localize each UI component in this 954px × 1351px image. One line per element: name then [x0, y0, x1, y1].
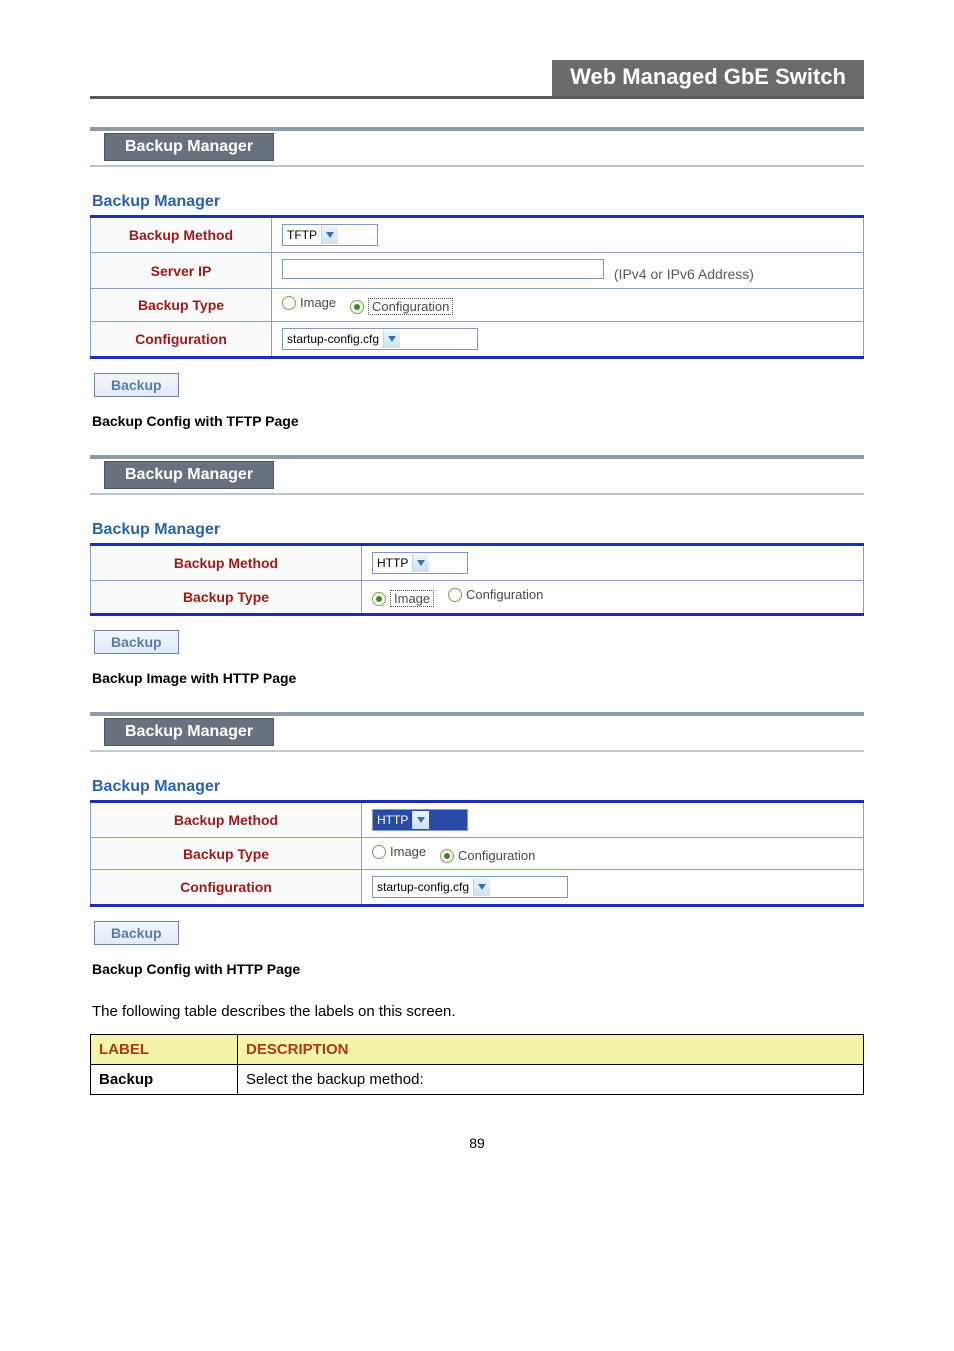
configuration-select[interactable]: startup-config.cfg [372, 876, 568, 898]
label-configuration: Configuration [91, 870, 362, 906]
label-backup-type: Backup Type [91, 289, 272, 322]
cell-backup-type: Image Configuration [272, 289, 864, 322]
caption-tftp: Backup Config with TFTP Page [92, 413, 864, 429]
backup-method-select[interactable]: HTTP [372, 809, 468, 831]
radio-image[interactable]: Image [282, 295, 336, 310]
configuration-select[interactable]: startup-config.cfg [282, 328, 478, 350]
radio-icon [350, 300, 364, 314]
radio-icon [372, 845, 386, 859]
section-subtitle: Backup Manager [92, 521, 864, 539]
radio-image[interactable]: Image [372, 844, 426, 859]
chevron-down-icon [412, 811, 429, 829]
widget-title-bar: Backup Manager [90, 127, 864, 167]
label-configuration: Configuration [91, 322, 272, 358]
chevron-down-icon [412, 554, 429, 572]
cell-backup-type: Image Configuration [362, 838, 864, 870]
cell-server-ip: (IPv4 or IPv6 Address) [272, 253, 864, 289]
doc-header: Web Managed GbE Switch [90, 60, 864, 99]
label-backup-type: Backup Type [91, 838, 362, 870]
backup-method-select[interactable]: HTTP [372, 552, 468, 574]
widget-title-bar: Backup Manager [90, 455, 864, 495]
tftp-form: Backup Method TFTP Server IP (IPv4 or IP… [90, 215, 864, 359]
chevron-down-icon [473, 878, 490, 896]
label-backup-method: Backup Method [91, 545, 362, 581]
cell-backup-method: HTTP [362, 545, 864, 581]
radio-icon [448, 588, 462, 602]
configuration-value: startup-config.cfg [287, 332, 379, 346]
desc-intro: The following table describes the labels… [92, 1003, 864, 1020]
radio-icon [440, 849, 454, 863]
section-subtitle: Backup Manager [92, 193, 864, 211]
widget-title-bar: Backup Manager [90, 712, 864, 752]
label-server-ip: Server IP [91, 253, 272, 289]
label-backup-method: Backup Method [91, 217, 272, 253]
backup-button[interactable]: Backup [94, 921, 179, 945]
cell-description: Select the backup method: [238, 1065, 864, 1095]
radio-config-label: Configuration [466, 587, 543, 602]
cell-configuration: startup-config.cfg [272, 322, 864, 358]
radio-configuration[interactable]: Configuration [448, 587, 543, 602]
section-subtitle: Backup Manager [92, 778, 864, 796]
cell-backup-type: Image Configuration [362, 581, 864, 615]
table-row: Backup Select the backup method: [91, 1065, 864, 1095]
configuration-value: startup-config.cfg [377, 880, 469, 894]
server-ip-note: (IPv4 or IPv6 Address) [614, 266, 754, 282]
widget-title: Backup Manager [104, 461, 274, 489]
description-table: LABEL DESCRIPTION Backup Select the back… [90, 1034, 864, 1095]
backup-method-value: TFTP [287, 228, 317, 242]
radio-configuration[interactable]: Configuration [350, 298, 453, 315]
label-backup-method: Backup Method [91, 802, 362, 838]
http-config-form: Backup Method HTTP Backup Type Image Con… [90, 800, 864, 907]
radio-icon [282, 296, 296, 310]
http-image-form: Backup Method HTTP Backup Type Image Con… [90, 543, 864, 616]
backup-button[interactable]: Backup [94, 630, 179, 654]
radio-image[interactable]: Image [372, 590, 434, 607]
backup-method-value: HTTP [377, 813, 408, 827]
page-number: 89 [90, 1135, 864, 1151]
radio-config-label: Configuration [458, 848, 535, 863]
th-description: DESCRIPTION [238, 1035, 864, 1065]
caption-http-config: Backup Config with HTTP Page [92, 961, 864, 977]
radio-image-label: Image [390, 590, 434, 607]
chevron-down-icon [321, 226, 338, 244]
widget-title: Backup Manager [104, 133, 274, 161]
radio-image-label: Image [300, 295, 336, 310]
radio-configuration[interactable]: Configuration [440, 848, 535, 863]
doc-header-text: Web Managed GbE Switch [552, 60, 864, 96]
backup-method-select[interactable]: TFTP [282, 224, 378, 246]
cell-label: Backup [91, 1065, 238, 1095]
th-label: LABEL [91, 1035, 238, 1065]
radio-icon [372, 592, 386, 606]
label-backup-type: Backup Type [91, 581, 362, 615]
widget-title: Backup Manager [104, 718, 274, 746]
backup-button[interactable]: Backup [94, 373, 179, 397]
caption-http-image: Backup Image with HTTP Page [92, 670, 864, 686]
radio-config-label: Configuration [368, 298, 453, 315]
radio-image-label: Image [390, 844, 426, 859]
server-ip-input[interactable] [282, 259, 604, 279]
backup-method-value: HTTP [377, 556, 408, 570]
chevron-down-icon [383, 330, 400, 348]
cell-backup-method: HTTP [362, 802, 864, 838]
cell-configuration: startup-config.cfg [362, 870, 864, 906]
cell-backup-method: TFTP [272, 217, 864, 253]
